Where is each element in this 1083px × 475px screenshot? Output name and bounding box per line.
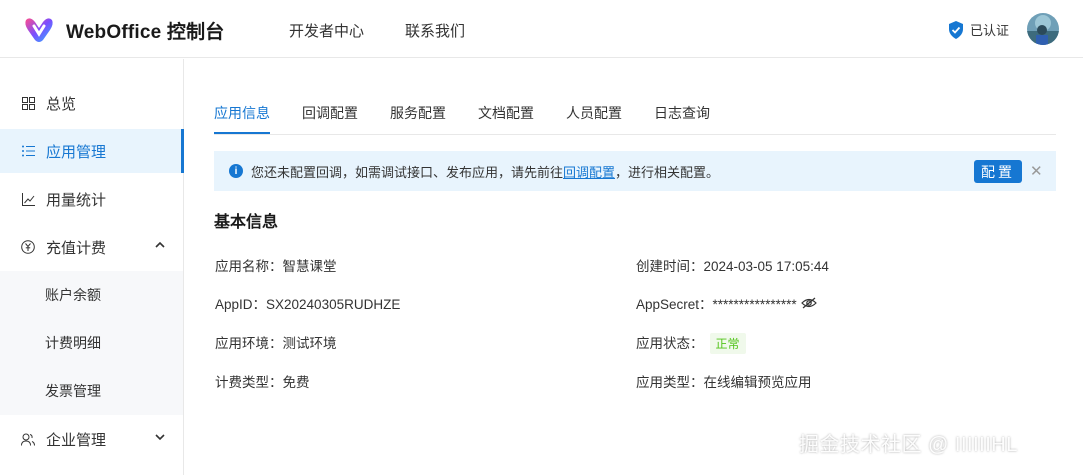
nav-developer-center[interactable]: 开发者中心 xyxy=(289,20,364,41)
tab-document-config[interactable]: 文档配置 xyxy=(478,103,534,123)
created-time-field: 创建时间：2024-03-05 17:05:44 xyxy=(636,259,829,274)
sidebar-item-label: 企业管理 xyxy=(46,431,107,449)
sidebar-item-label: 总览 xyxy=(46,95,77,113)
alert-text-before: 您还未配置回调，如需调试接口、发布应用，请先前往 xyxy=(251,164,564,180)
brand-title[interactable]: WebOffice 控制台 xyxy=(66,17,225,44)
verified-badge: 已认证 xyxy=(948,20,1009,39)
app-env-field: 应用环境：测试环境 xyxy=(215,336,337,351)
sidebar-item-label: 应用管理 xyxy=(46,143,107,161)
sidebar-item-overview[interactable]: 总览 xyxy=(0,81,183,125)
app-type-field: 应用类型：在线编辑预览应用 xyxy=(636,375,812,390)
app-name-field: 应用名称：智慧课堂 xyxy=(215,259,337,274)
tab-personnel-config[interactable]: 人员配置 xyxy=(566,103,622,123)
tab-app-info[interactable]: 应用信息 xyxy=(214,103,270,123)
app-secret-field: AppSecret：**************** xyxy=(636,293,817,313)
weboffice-logo-icon[interactable] xyxy=(24,14,54,44)
basic-info-title: 基本信息 xyxy=(214,214,279,231)
user-avatar[interactable] xyxy=(1027,13,1059,45)
watermark: 掘金技术社区 @ IIIIIIHL xyxy=(799,434,1018,456)
sidebar-item-usage-stats[interactable]: 用量统计 xyxy=(0,177,183,221)
status-badge: 正常 xyxy=(709,333,746,354)
alert-text-after: ，进行相关配置。 xyxy=(615,164,720,180)
app-status-label: 应用状态： xyxy=(636,336,704,351)
tab-service-config[interactable]: 服务配置 xyxy=(390,103,446,123)
callback-alert: i 您还未配置回调，如需调试接口、发布应用，请先前往 回调配置 ，进行相关配置。… xyxy=(214,151,1056,191)
sidebar-item-billing[interactable]: 充值计费 xyxy=(0,225,183,269)
sidebar-subitem-invoice-management[interactable]: 发票管理 xyxy=(0,367,183,415)
sidebar-item-label: 用量统计 xyxy=(46,191,107,209)
active-tab-indicator xyxy=(214,132,270,134)
users-icon xyxy=(20,431,36,447)
sidebar-item-label: 账户余额 xyxy=(45,287,101,303)
billing-type-field: 计费类型：免费 xyxy=(215,375,310,390)
tab-log-query[interactable]: 日志查询 xyxy=(654,103,710,123)
callback-config-link[interactable]: 回调配置 xyxy=(563,162,615,181)
shield-check-icon xyxy=(949,20,963,39)
sidebar-item-app-management[interactable]: 应用管理 xyxy=(0,129,184,173)
list-icon xyxy=(20,143,36,159)
configure-button[interactable]: 配置 xyxy=(974,160,1022,183)
app-id-field: AppID：SX20240305RUDHZE xyxy=(215,297,401,312)
yen-coin-icon xyxy=(20,239,36,255)
info-icon: i xyxy=(229,164,243,178)
sidebar-item-label: 发票管理 xyxy=(45,383,101,399)
chevron-up-icon xyxy=(155,241,165,248)
sidebar-item-enterprise-management[interactable]: 企业管理 xyxy=(0,417,183,461)
app-status-field: 应用状态： 正常 xyxy=(636,332,746,354)
chevron-down-icon xyxy=(155,434,165,441)
app-tabs: 应用信息 回调配置 服务配置 文档配置 人员配置 日志查询 xyxy=(214,90,1056,135)
sidebar: 总览 应用管理 用量统计 充值计费 账户余额 计费明细 发票管理 企业管理 xyxy=(0,59,184,475)
nav-contact-us[interactable]: 联系我们 xyxy=(405,20,465,41)
sidebar-item-label: 充值计费 xyxy=(46,239,107,257)
eye-hidden-icon[interactable] xyxy=(800,297,817,309)
sidebar-item-label: 计费明细 xyxy=(45,335,101,351)
tab-callback-config[interactable]: 回调配置 xyxy=(302,103,358,123)
line-chart-icon xyxy=(20,191,36,207)
top-header: WebOffice 控制台 开发者中心 联系我们 已认证 xyxy=(0,0,1083,58)
app-secret-value: AppSecret：**************** xyxy=(636,297,797,312)
grid-icon xyxy=(20,95,36,111)
sidebar-subitem-billing-details[interactable]: 计费明细 xyxy=(0,319,183,367)
sidebar-subitem-account-balance[interactable]: 账户余额 xyxy=(0,271,183,319)
verified-label: 已认证 xyxy=(970,23,1010,38)
close-icon[interactable]: ✕ xyxy=(1030,162,1043,180)
